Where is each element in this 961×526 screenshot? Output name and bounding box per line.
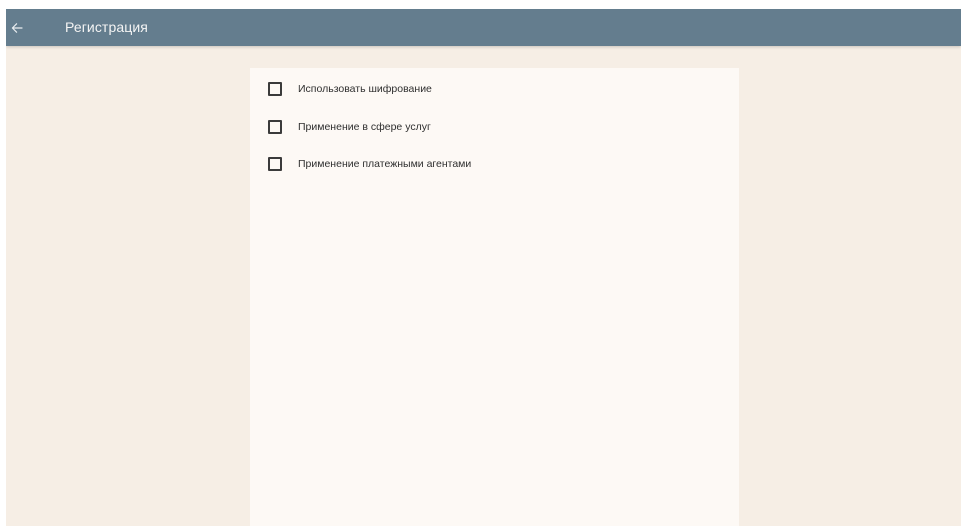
option-services[interactable]: Применение в сфере услуг bbox=[250, 111, 739, 143]
app-bar: Регистрация bbox=[6, 9, 961, 46]
payment-agents-checkbox[interactable] bbox=[268, 157, 282, 171]
registration-screen: Регистрация Использовать шифрование Прим… bbox=[6, 9, 961, 526]
back-button[interactable] bbox=[6, 9, 28, 46]
option-label: Использовать шифрование bbox=[298, 83, 432, 95]
option-encryption[interactable]: Использовать шифрование bbox=[250, 73, 739, 105]
services-checkbox[interactable] bbox=[268, 120, 282, 134]
option-label: Применение платежными агентами bbox=[298, 158, 472, 170]
encryption-checkbox[interactable] bbox=[268, 82, 282, 96]
option-payment-agents[interactable]: Применение платежными агентами bbox=[250, 148, 739, 180]
arrow-left-icon bbox=[11, 22, 23, 34]
page-title: Регистрация bbox=[65, 19, 148, 35]
option-label: Применение в сфере услуг bbox=[298, 121, 431, 133]
settings-card: Использовать шифрование Применение в сфе… bbox=[250, 68, 739, 526]
